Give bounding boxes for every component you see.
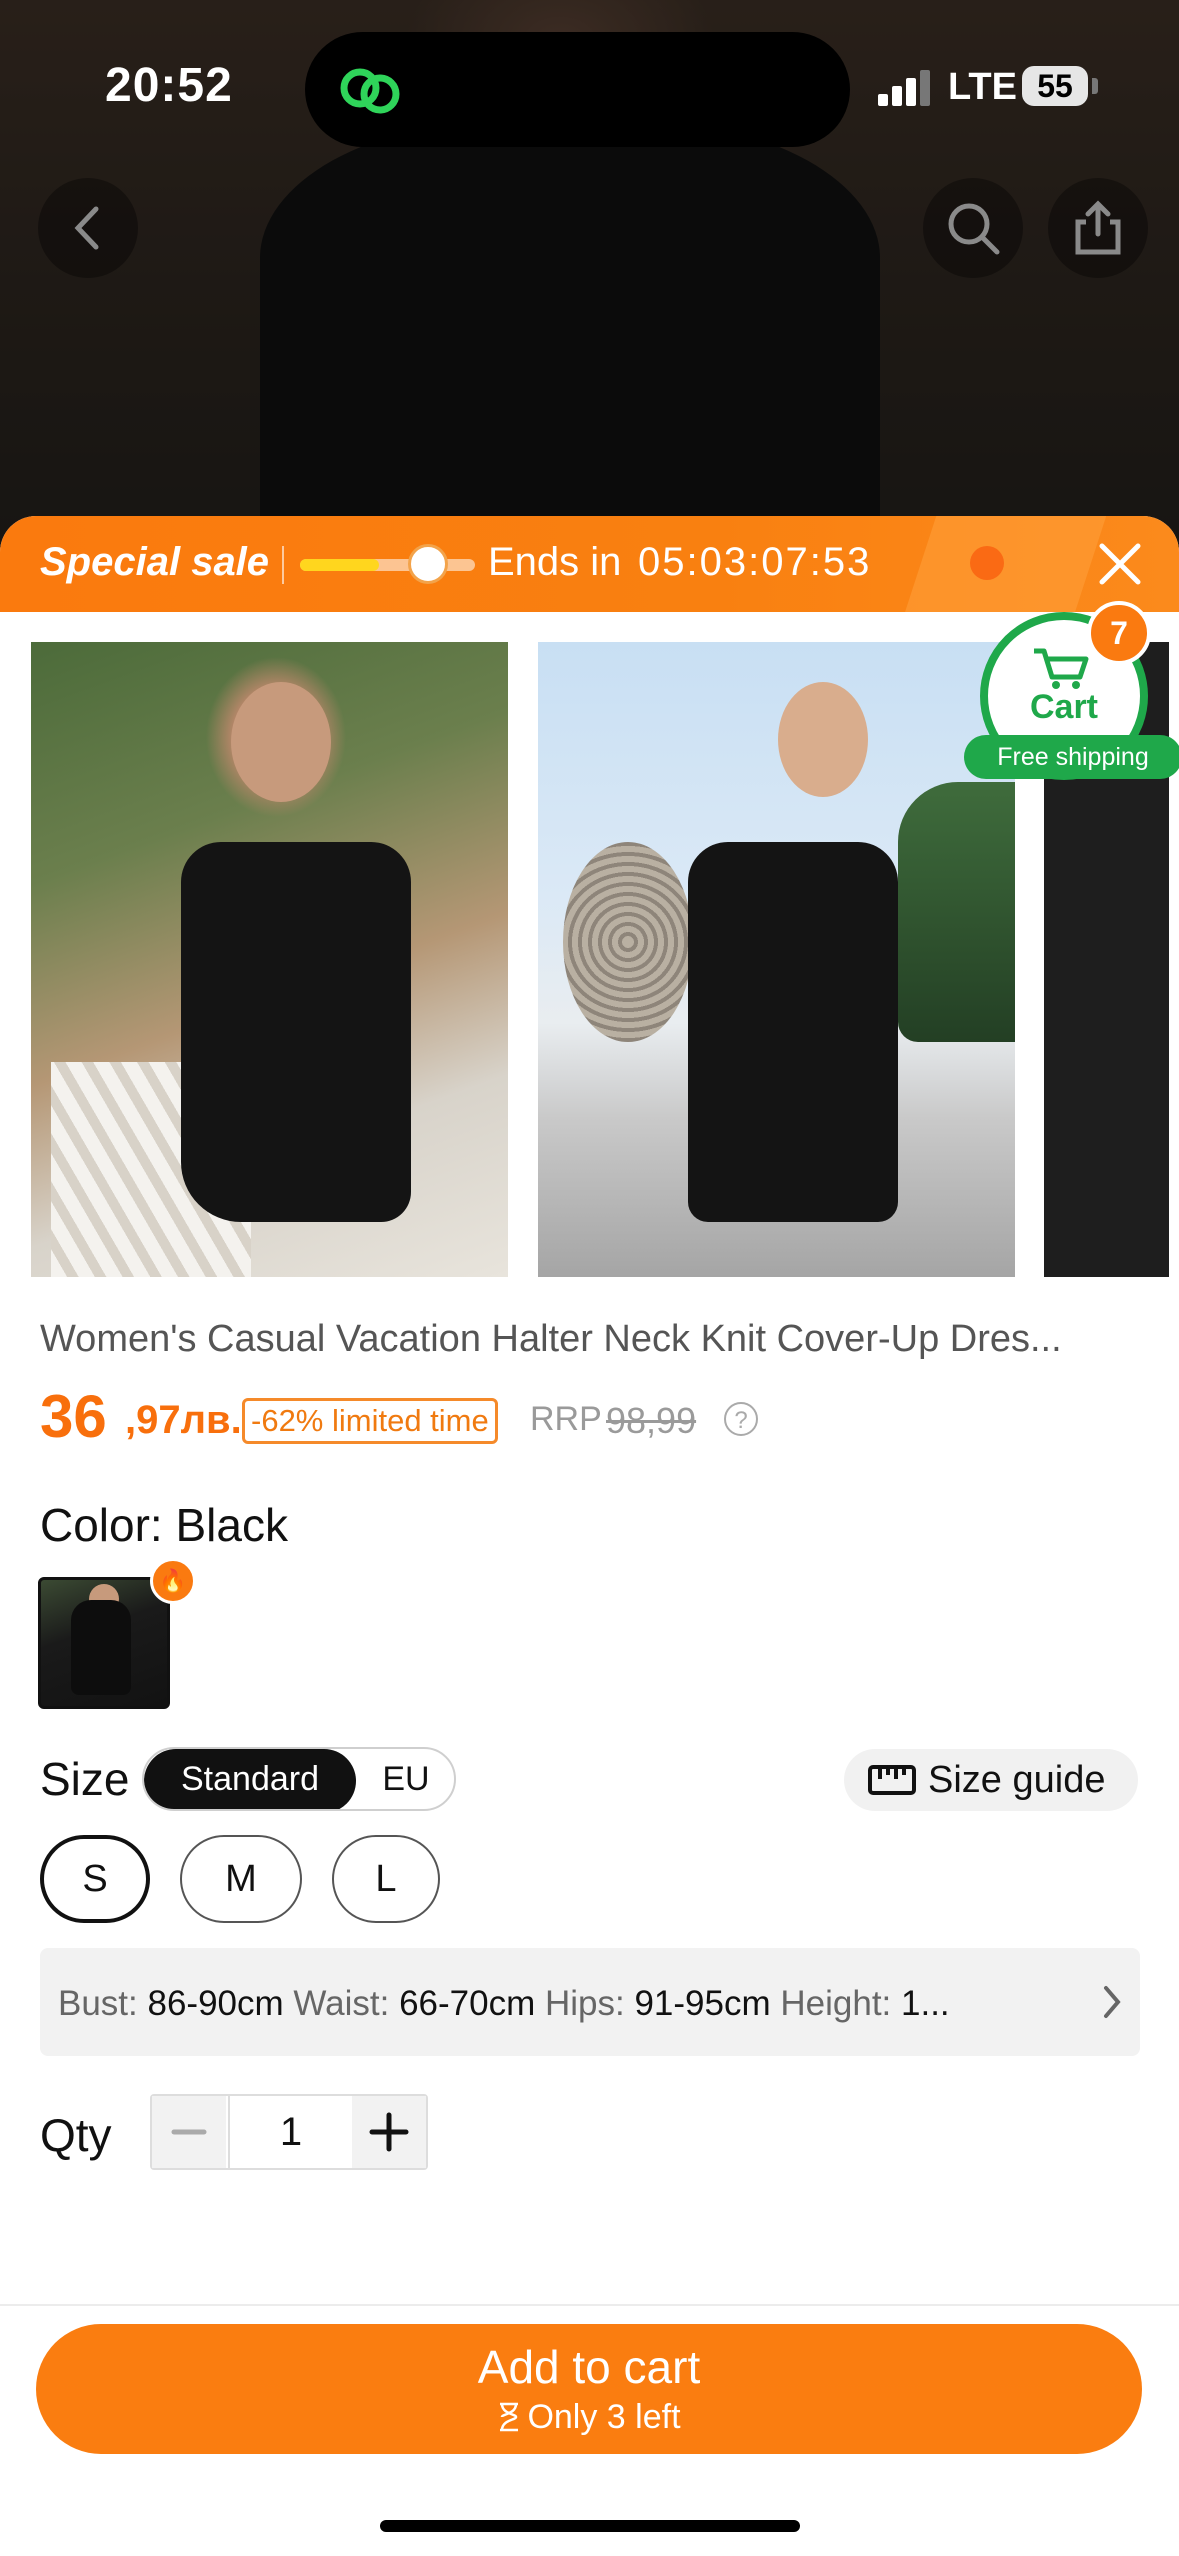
height-label: Height:	[780, 1984, 892, 2023]
discount-badge: -62% limited time	[242, 1398, 498, 1444]
countdown-timer: 05:03:07:53	[638, 540, 872, 584]
product-image-2[interactable]	[538, 642, 1015, 1277]
chevron-right-icon	[1104, 1986, 1121, 2018]
stock-note-text: Only 3 left	[527, 2398, 681, 2436]
size-measurements-row[interactable]: Bust: 86-90cm Waist: 66-70cm Hips: 91-95…	[40, 1948, 1140, 2056]
bust-value: 86-90cm	[147, 1984, 284, 2023]
hips-value: 91-95cm	[634, 1984, 771, 2023]
hourglass-icon	[500, 2402, 519, 2432]
bottom-divider	[0, 2304, 1179, 2306]
minus-icon	[171, 2129, 207, 2135]
size-system-toggle: Standard EU	[142, 1747, 456, 1811]
cart-icon	[1034, 648, 1089, 689]
back-button[interactable]	[38, 178, 138, 278]
model-face	[778, 682, 868, 797]
size-guide-button[interactable]: Size guide	[844, 1749, 1138, 1811]
cart-count-badge: 7	[1087, 601, 1151, 665]
waist-value: 66-70cm	[399, 1984, 536, 2023]
search-button[interactable]	[923, 178, 1023, 278]
size-system-standard[interactable]: Standard	[144, 1749, 356, 1809]
size-option-s[interactable]: S	[40, 1835, 150, 1923]
product-title[interactable]: Women's Casual Vacation Halter Neck Knit…	[40, 1318, 1140, 1361]
add-to-cart-button[interactable]: Add to cart Only 3 left	[36, 2324, 1142, 2454]
qty-increase-button[interactable]	[352, 2096, 426, 2168]
palm	[898, 782, 1015, 1042]
close-icon[interactable]	[1096, 540, 1144, 588]
qty-label: Qty	[40, 2109, 112, 2161]
height-value: 1...	[901, 1984, 950, 2023]
product-image-1[interactable]	[31, 642, 508, 1277]
sale-progress	[300, 559, 475, 571]
chevron-left-icon	[74, 206, 99, 250]
size-option-m[interactable]: M	[180, 1835, 302, 1923]
dress	[688, 842, 898, 1222]
clock-icon	[408, 544, 448, 584]
size-system-eu[interactable]: EU	[356, 1749, 454, 1809]
search-icon	[948, 203, 1000, 255]
ruler-icon	[868, 1765, 916, 1795]
network-type: LTE	[948, 66, 1017, 108]
size-guide-label: Size guide	[928, 1759, 1106, 1801]
home-indicator	[380, 2520, 800, 2532]
stock-note: Only 3 left	[36, 2398, 1142, 2437]
fire-icon: 🔥	[150, 1558, 196, 1604]
model-face	[231, 682, 331, 802]
share-icon	[1075, 200, 1121, 255]
measurements-text: Bust: 86-90cm Waist: 66-70cm Hips: 91-95…	[58, 1984, 1078, 2024]
cart-label: Cart	[1029, 688, 1099, 726]
battery-level: 55	[1022, 66, 1088, 106]
price-decimal: ,97лв.	[125, 1398, 242, 1442]
help-icon[interactable]: ?	[724, 1402, 758, 1436]
rrp-price: 98,99	[606, 1400, 697, 1441]
qty-value[interactable]: 1	[228, 2096, 354, 2168]
hips-label: Hips:	[544, 1984, 625, 2023]
swatch-dress	[71, 1600, 131, 1695]
quantity-stepper: 1	[150, 2094, 428, 2170]
waist-label: Waist:	[293, 1984, 390, 2023]
app-link-icon	[340, 68, 400, 114]
dress	[181, 842, 411, 1222]
bust-label: Bust:	[58, 1984, 138, 2023]
sale-divider	[282, 546, 284, 584]
price-tag-decoration	[900, 516, 1110, 626]
battery-tip	[1092, 78, 1098, 94]
price-integer: 36	[40, 1383, 107, 1450]
price-tag-hole	[970, 546, 1004, 580]
status-time: 20:52	[105, 59, 233, 112]
sale-title: Special sale	[40, 540, 270, 584]
color-swatch-black[interactable]	[38, 1577, 170, 1709]
rrp-label: RRP	[530, 1400, 602, 1438]
special-sale-bar: Special sale Ends in 05:03:07:53	[0, 516, 1179, 626]
qty-decrease-button[interactable]	[152, 2096, 226, 2168]
free-shipping-badge: Free shipping	[964, 735, 1179, 779]
plus-icon	[369, 2112, 409, 2152]
signal-icon	[878, 70, 930, 106]
ends-label: Ends in	[488, 540, 622, 584]
add-to-cart-label: Add to cart	[477, 2341, 701, 2393]
size-label: Size	[40, 1753, 130, 1805]
sale-progress-fill	[300, 559, 379, 571]
size-option-l[interactable]: L	[332, 1835, 440, 1923]
hat	[563, 842, 693, 1042]
color-label: Color: Black	[40, 1499, 288, 1551]
share-button[interactable]	[1048, 178, 1148, 278]
